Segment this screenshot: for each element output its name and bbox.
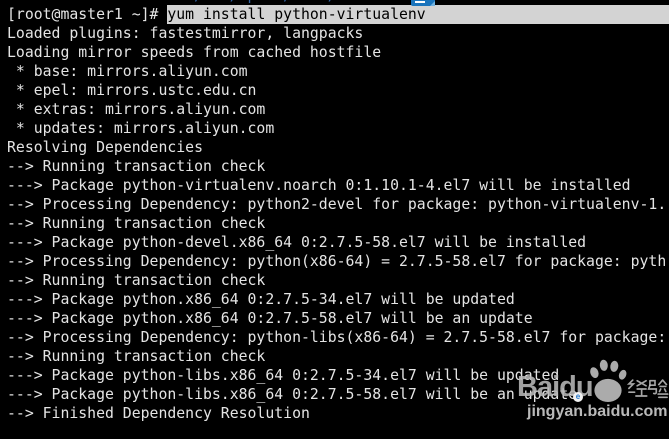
input-method-minimize-icon[interactable]	[411, 0, 435, 6]
terminal-output-line: ---> Package python-devel.x86_64 0:2.7.5…	[7, 234, 587, 251]
terminal-output-line: --> Running transaction check	[7, 348, 266, 365]
terminal-window: You have new mail in /var/spool/mail/roo…	[0, 0, 669, 439]
terminal-output-line: --> Processing Dependency: python(x86-64…	[7, 253, 667, 270]
terminal-output-line: * epel: mirrors.ustc.edu.cn	[7, 82, 257, 99]
terminal-text-area: You have new mail in /var/spool/mail/roo…	[0, 0, 669, 423]
terminal-output: Loaded plugins: fastestmirror, langpacks…	[7, 24, 669, 423]
terminal-output-line: --> Running transaction check	[7, 215, 266, 232]
command-input[interactable]: yum install python-virtualenv	[167, 5, 669, 24]
terminal-output-line: ---> Package python.x86_64 0:2.7.5-34.el…	[7, 291, 515, 308]
shell-prompt: [root@master1 ~]#	[7, 6, 168, 23]
ime-corner-decoration	[430, 1, 435, 6]
terminal-output-line: ---> Package python-libs.x86_64 0:2.7.5-…	[7, 386, 578, 403]
terminal-output-line: * extras: mirrors.aliyun.com	[7, 101, 266, 118]
terminal-output-line: ---> Package python.x86_64 0:2.7.5-58.el…	[7, 310, 533, 327]
terminal-output-line: --> Running transaction check	[7, 272, 266, 289]
terminal-output-line: Loaded plugins: fastestmirror, langpacks	[7, 25, 364, 42]
terminal-output-line: --> Finished Dependency Resolution	[7, 405, 310, 422]
terminal-output-line: --> Processing Dependency: python-libs(x…	[7, 329, 667, 346]
terminal-output-line: Loading mirror speeds from cached hostfi…	[7, 44, 382, 61]
prompt-line: [root@master1 ~]# yum install python-vir…	[7, 5, 669, 24]
terminal-output-line: * updates: mirrors.aliyun.com	[7, 120, 275, 137]
terminal-output-line: --> Processing Dependency: python2-devel…	[7, 196, 667, 213]
terminal-output-line: Resolving Dependencies	[7, 139, 203, 156]
terminal-output-line: --> Running transaction check	[7, 158, 266, 175]
terminal-output-line: ---> Package python-libs.x86_64 0:2.7.5-…	[7, 367, 560, 384]
terminal-output-line: ---> Package python-virtualenv.noarch 0:…	[7, 177, 631, 194]
terminal-output-line: * base: mirrors.aliyun.com	[7, 63, 248, 80]
minimize-dash-icon	[415, 1, 425, 3]
